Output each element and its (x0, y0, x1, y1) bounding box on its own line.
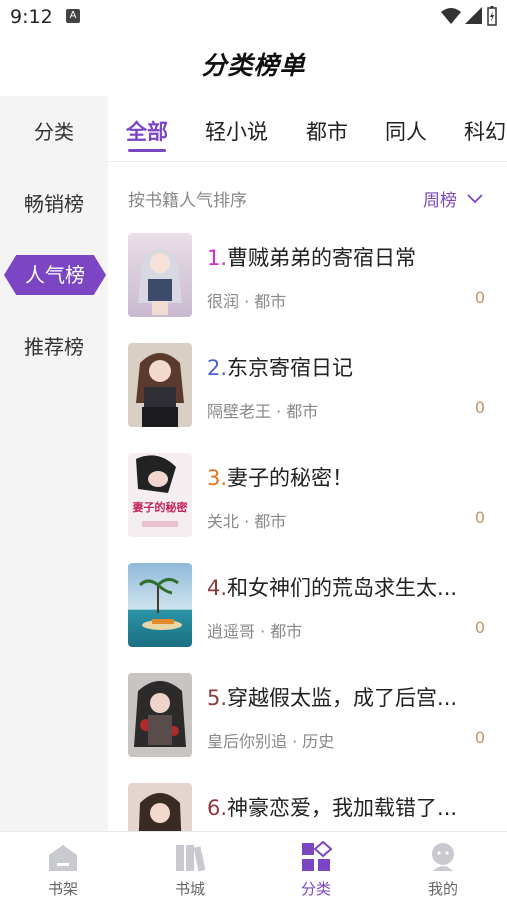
book-rank: 4. (207, 576, 228, 600)
book-title: 6.神豪恋爱，我加载错了... (207, 792, 477, 822)
category-icon (302, 841, 332, 871)
wifi-icon (441, 8, 461, 24)
status-bar: 9:12 A (0, 0, 507, 34)
book-item[interactable]: 2.东京寄宿日记 隔壁老王 · 都市 0 (108, 332, 507, 442)
cover-text: 妻子的秘密 (133, 500, 188, 514)
book-title: 4.和女神们的荒岛求生太... (207, 572, 477, 602)
status-icons (441, 6, 497, 26)
book-author: 逍遥哥 (207, 622, 256, 641)
book-author: 关北 (207, 512, 240, 531)
book-title-text: 东京寄宿日记 (227, 356, 354, 380)
book-title: 1.曹贼弟弟的寄宿日常 (207, 242, 477, 272)
book-item[interactable]: 妻子的秘密 3.妻子的秘密！ 关北 · 都市 0 (108, 442, 507, 552)
book-author: 隔壁老王 (207, 402, 272, 421)
book-category: 都市 (254, 512, 287, 531)
book-cover (128, 563, 192, 647)
book-list: 1.曹贼弟弟的寄宿日常 很润 · 都市 0 2.东京寄宿日记 隔壁老王 · 都市… (108, 222, 507, 831)
signal-icon (465, 7, 482, 24)
bookshelf-icon (49, 845, 77, 871)
book-rank: 2. (207, 356, 228, 380)
period-label: 周榜 (423, 191, 457, 211)
sidebar-item-popular[interactable]: 人气榜 (4, 255, 106, 295)
book-count: 0 (474, 728, 485, 747)
book-meta: 隔壁老王 · 都市 (207, 402, 319, 421)
book-count: 0 (474, 288, 485, 307)
tab-urban[interactable]: 都市 (306, 116, 348, 146)
book-cover (128, 783, 192, 831)
book-meta: 逍遥哥 · 都市 (207, 622, 303, 641)
book-count: 0 (474, 508, 485, 527)
book-author: 皇后你别追 (207, 732, 288, 751)
book-title-text: 神豪恋爱，我加载错了... (227, 796, 458, 820)
tab-fanfic[interactable]: 同人 (385, 116, 427, 146)
bookstore-icon (176, 845, 206, 872)
book-category: 都市 (254, 292, 287, 311)
profile-icon (432, 843, 454, 871)
book-title: 3.妻子的秘密！ (207, 462, 477, 492)
tab-scifi[interactable]: 科幻 (464, 116, 506, 146)
tab-all[interactable]: 全部 (126, 116, 168, 146)
sort-label: 按书籍人气排序 (128, 191, 247, 211)
book-cover: 妻子的秘密 (128, 453, 192, 537)
book-meta: 皇后你别追 · 历史 (207, 732, 335, 751)
book-count: 0 (474, 398, 485, 417)
book-category: 历史 (302, 732, 335, 751)
sidebar-item-bestseller[interactable]: 畅销榜 (0, 184, 108, 224)
status-time: 9:12 (10, 6, 53, 28)
book-category: 都市 (286, 402, 319, 421)
page-title: 分类榜单 (201, 51, 306, 80)
book-title-text: 曹贼弟弟的寄宿日常 (227, 246, 417, 270)
book-rank: 5. (207, 686, 228, 710)
book-title-text: 妻子的秘密！ (227, 466, 354, 490)
book-rank: 6. (207, 796, 228, 820)
period-selector[interactable]: 周榜 (423, 186, 483, 211)
tab-indicator (128, 149, 166, 152)
book-title: 2.东京寄宿日记 (207, 352, 477, 382)
tab-light-novel[interactable]: 轻小说 (205, 116, 268, 146)
category-tabs: 全部 轻小说 都市 同人 科幻 (108, 96, 507, 162)
book-meta: 关北 · 都市 (207, 512, 287, 531)
book-item[interactable]: 4.和女神们的荒岛求生太... 逍遥哥 · 都市 0 (108, 552, 507, 662)
book-item[interactable]: 5.穿越假太监，成了后宫... 皇后你别追 · 历史 0 (108, 662, 507, 772)
bottom-nav: 书架 书城 分类 我的 (0, 831, 507, 901)
nav-label: 我的 (427, 880, 458, 898)
chevron-down-icon (467, 193, 483, 203)
sidebar: 分类 畅销榜 人气榜 推荐榜 (0, 96, 108, 831)
book-title: 5.穿越假太监，成了后宫... (207, 682, 477, 712)
book-count: 0 (474, 618, 485, 637)
notification-icon: A (66, 9, 80, 23)
nav-label: 书架 (47, 880, 78, 898)
nav-profile[interactable]: 我的 (380, 832, 506, 901)
nav-label: 分类 (300, 880, 331, 898)
book-item[interactable]: 6.神豪恋爱，我加载错了... (108, 772, 507, 831)
sidebar-item-recommended[interactable]: 推荐榜 (0, 327, 108, 367)
book-title-text: 穿越假太监，成了后宫... (227, 686, 458, 710)
book-cover (128, 233, 192, 317)
nav-category[interactable]: 分类 (253, 832, 379, 901)
book-item[interactable]: 1.曹贼弟弟的寄宿日常 很润 · 都市 0 (108, 222, 507, 332)
battery-icon (487, 6, 497, 26)
book-title-text: 和女神们的荒岛求生太... (227, 576, 458, 600)
book-author: 很润 (207, 292, 240, 311)
book-category: 都市 (270, 622, 303, 641)
nav-label: 书城 (174, 880, 205, 898)
book-cover (128, 673, 192, 757)
nav-bookstore[interactable]: 书城 (127, 832, 253, 901)
book-rank: 3. (207, 466, 228, 490)
book-cover (128, 343, 192, 427)
book-rank: 1. (207, 246, 228, 270)
sidebar-item-category[interactable]: 分类 (0, 112, 108, 152)
nav-bookshelf[interactable]: 书架 (0, 832, 126, 901)
book-meta: 很润 · 都市 (207, 292, 287, 311)
